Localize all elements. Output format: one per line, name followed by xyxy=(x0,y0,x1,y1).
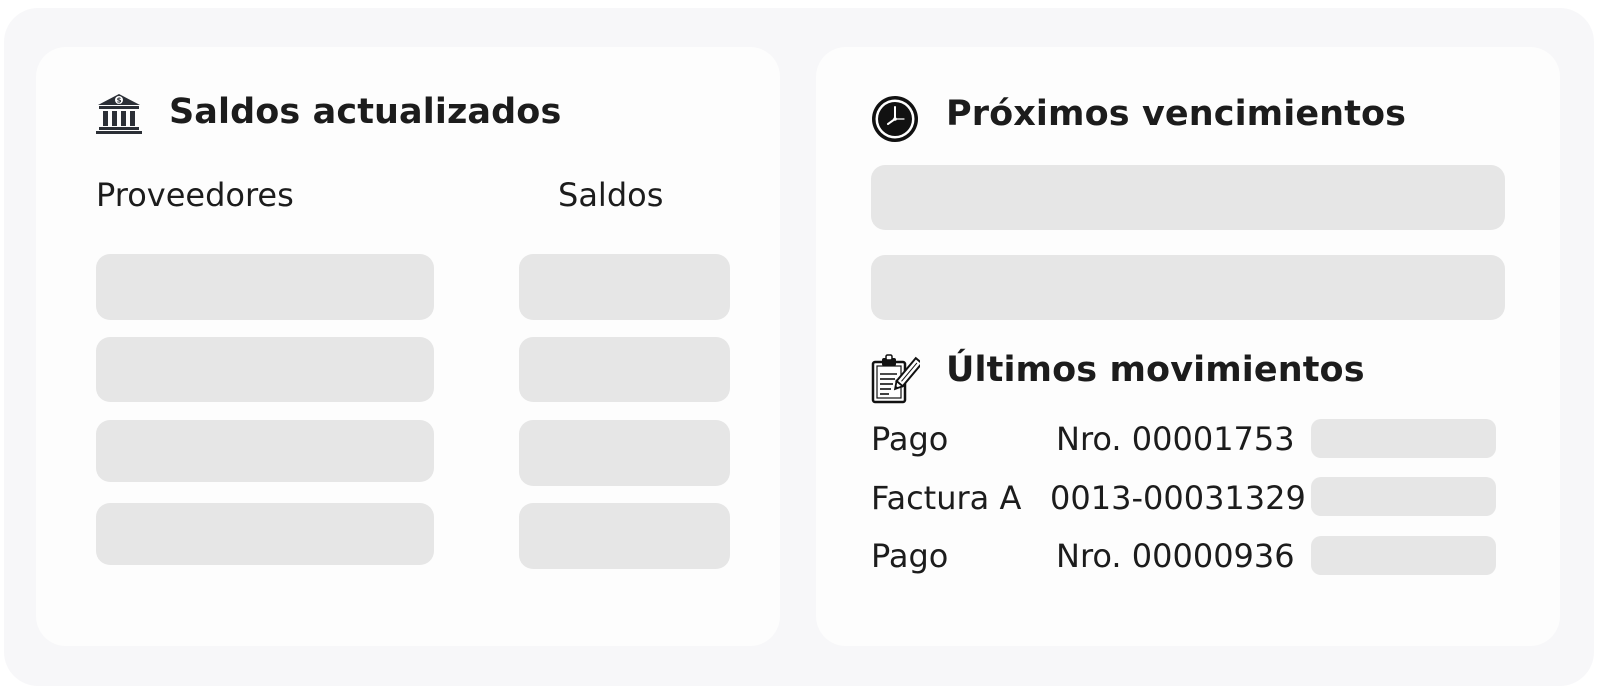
vencimientos-card: Próximos vencimientos Últimos movimiento… xyxy=(816,47,1560,646)
saldos-title: Saldos actualizados xyxy=(169,92,562,132)
saldo-placeholder xyxy=(519,420,730,486)
bank-icon: $ xyxy=(96,94,142,134)
proveedor-placeholder xyxy=(96,337,434,402)
proveedor-placeholder xyxy=(96,503,434,565)
movimiento-number: 0013-00031329 xyxy=(1050,479,1306,517)
saldo-placeholder xyxy=(519,337,730,402)
movimiento-amount-placeholder xyxy=(1311,419,1496,458)
column-header-proveedores: Proveedores xyxy=(96,176,294,214)
movimiento-amount-placeholder xyxy=(1311,536,1496,575)
vencimiento-placeholder xyxy=(871,255,1505,320)
movimientos-title: Últimos movimientos xyxy=(946,350,1365,390)
vencimientos-title: Próximos vencimientos xyxy=(946,94,1407,134)
movimiento-type: Factura A xyxy=(871,479,1022,517)
movimiento-type: Pago xyxy=(871,420,949,458)
clipboard-pencil-icon xyxy=(871,354,920,404)
movimiento-amount-placeholder xyxy=(1311,477,1496,516)
column-header-saldos: Saldos xyxy=(558,176,664,214)
saldos-card: $ Saldos actualizados Proveedores Saldos xyxy=(36,47,780,646)
proveedor-placeholder xyxy=(96,254,434,320)
clock-icon xyxy=(872,96,918,142)
svg-text:$: $ xyxy=(117,97,122,105)
movimiento-type: Pago xyxy=(871,537,949,575)
vencimiento-placeholder xyxy=(871,165,1505,230)
movimiento-number: Nro. 00000936 xyxy=(1056,537,1295,575)
saldo-placeholder xyxy=(519,503,730,569)
movimiento-number: Nro. 00001753 xyxy=(1056,420,1295,458)
proveedor-placeholder xyxy=(96,420,434,482)
saldo-placeholder xyxy=(519,254,730,320)
